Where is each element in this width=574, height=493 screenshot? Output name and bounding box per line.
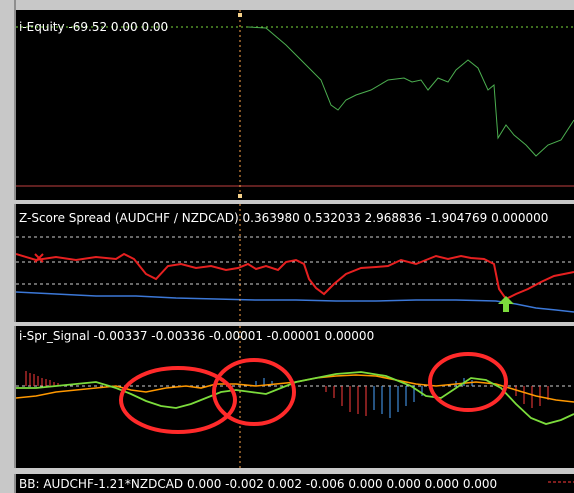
signal-label: i-Spr_Signal -0.00337 -0.00336 -0.00001 … [19,329,375,343]
signal-plot [16,326,574,468]
equity-pane[interactable]: i-Equity -69.52 0.00 0.00 [16,10,574,200]
up-arrow-icon [498,296,514,312]
equity-plot [16,10,574,200]
zscore-spread-line [16,252,574,301]
crosshair-handle-top[interactable] [238,13,242,17]
crosshair-handle-bottom[interactable] [238,194,242,198]
cross-icon [34,253,44,263]
equity-label: i-Equity -69.52 0.00 0.00 [19,20,169,34]
equity-line [247,26,574,157]
signal-pane[interactable]: i-Spr_Signal -0.00337 -0.00336 -0.00001 … [16,326,574,468]
zscore-label: Z-Score Spread (AUDCHF / NZDCAD) 0.36398… [19,211,549,225]
zscore-pane[interactable]: Z-Score Spread (AUDCHF / NZDCAD) 0.36398… [16,204,574,322]
bb-pane[interactable]: BB: AUDCHF-1.21*NZDCAD 0.000 -0.002 0.00… [16,474,574,493]
bb-label: BB: AUDCHF-1.21*NZDCAD 0.000 -0.002 0.00… [19,477,498,491]
zscore-blue-line [16,291,574,313]
